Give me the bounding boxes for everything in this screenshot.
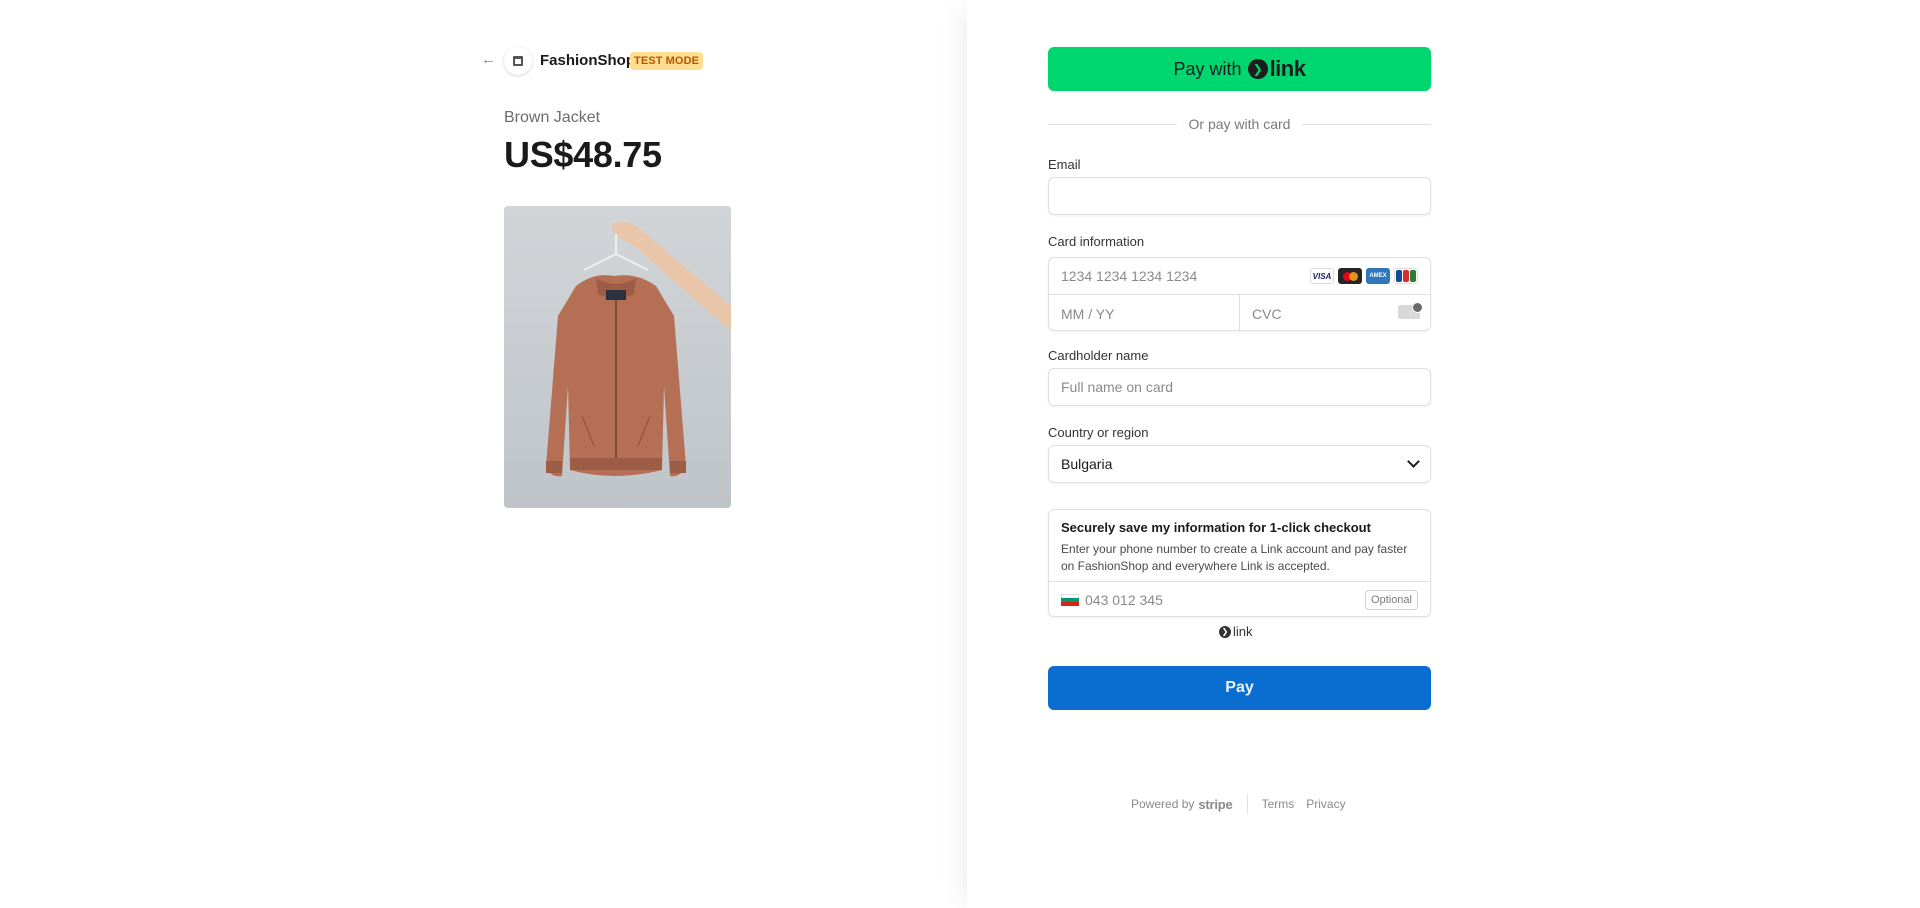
card-brands: VISA AMEX [1310,268,1418,284]
chevron-down-icon [1407,455,1420,468]
product-name: Brown Jacket [504,109,601,126]
card-information-label: Card information [1048,234,1145,249]
link-save-info-box: Securely save my information for 1-click… [1048,509,1431,617]
visa-icon: VISA [1310,268,1334,284]
save-info-description: Enter your phone number to create a Link… [1061,542,1408,573]
amex-icon: AMEX [1366,268,1390,284]
country-select[interactable]: Bulgaria [1048,445,1431,483]
store-icon [504,47,532,75]
country-value: Bulgaria [1061,456,1113,472]
phone-number-field[interactable]: 043 012 345 Optional [1049,581,1430,617]
merchant-name: FashionShop [540,52,635,69]
phone-number-placeholder: 043 012 345 [1085,591,1163,608]
link-small-arrow-icon: ❯ [1219,625,1231,638]
card-information-group: 1234 1234 1234 1234 VISA AMEX MM / YY CV… [1048,257,1432,332]
pay-with-label: Pay with [1173,58,1242,79]
pay-button[interactable]: Pay [1048,666,1431,710]
stripe-logo[interactable]: stripe [1198,797,1232,812]
terms-link[interactable]: Terms [1262,797,1295,811]
email-field[interactable] [1048,177,1431,215]
back-arrow-icon[interactable]: ← [481,52,497,68]
jcb-icon [1394,268,1418,284]
link-small-logo: ❯ link [1219,624,1253,639]
link-small-text: link [1233,624,1253,639]
footer: Powered by stripe Terms Privacy [1131,794,1358,814]
card-number-field[interactable]: 1234 1234 1234 1234 VISA AMEX [1049,258,1430,295]
pay-with-card-divider: Or pay with card [1048,116,1431,132]
payment-panel: Pay with ❯ link Or pay with card Email C… [967,0,1920,908]
link-logo: ❯ link [1247,56,1306,82]
product-image [504,206,731,508]
save-info-title: Securely save my information for 1-click… [1061,520,1371,535]
email-label: Email [1048,157,1081,172]
test-mode-badge: TEST MODE [630,52,704,70]
powered-by-text: Powered by [1131,797,1195,811]
cardholder-name-label: Cardholder name [1048,348,1149,363]
divider-text: Or pay with card [1188,116,1291,132]
card-number-placeholder: 1234 1234 1234 1234 [1061,268,1198,284]
mastercard-icon [1338,268,1362,284]
card-expiry-field[interactable]: MM / YY [1049,295,1240,332]
card-cvc-placeholder: CVC [1252,305,1282,322]
cvc-card-icon [1398,302,1423,319]
order-summary-panel: ← FashionShop TEST MODE Brown Jacket US$… [0,0,967,908]
optional-tag: Optional [1365,590,1418,610]
country-label: Country or region [1048,425,1149,440]
cardholder-name-placeholder: Full name on card [1061,379,1174,395]
cardholder-name-field[interactable]: Full name on card [1048,368,1431,406]
pay-with-link-button[interactable]: Pay with ❯ link [1048,47,1431,91]
bulgaria-flag-icon[interactable] [1061,593,1079,606]
product-price: US$48.75 [504,134,662,175]
link-logo-text: link [1269,56,1306,81]
card-expiry-placeholder: MM / YY [1061,305,1115,322]
link-arrow-icon: ❯ [1247,59,1268,79]
card-cvc-field[interactable]: CVC [1240,295,1432,332]
privacy-link[interactable]: Privacy [1306,797,1345,811]
